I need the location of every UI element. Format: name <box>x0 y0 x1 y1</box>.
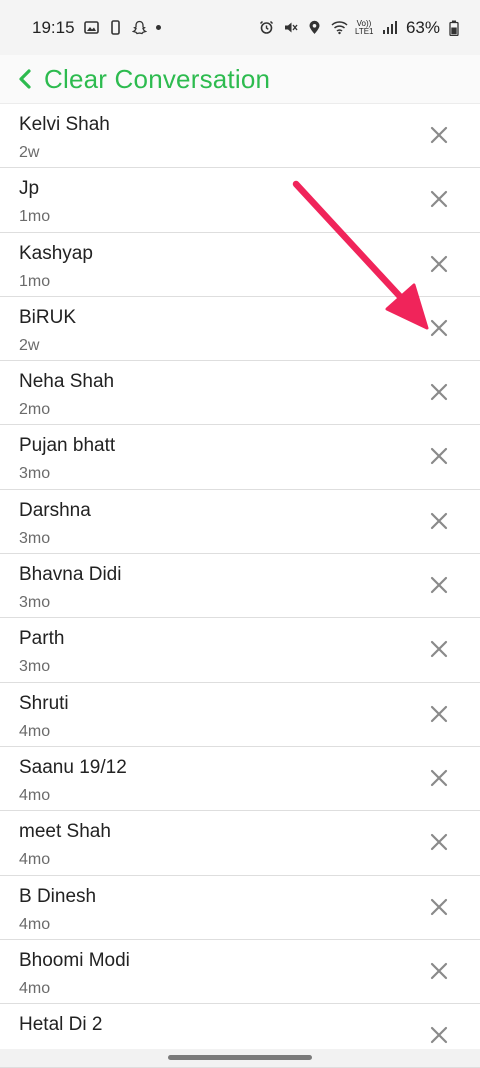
conversation-row: Kelvi Shah 2w <box>0 104 480 169</box>
close-icon[interactable] <box>428 638 450 660</box>
conversation-row: BiRUK 2w <box>0 296 480 362</box>
conversation-name: Jp <box>19 178 40 200</box>
conversation-time: 2w <box>19 144 40 161</box>
conversation-row: Kashyap 1mo <box>0 232 480 297</box>
wifi-icon <box>331 20 348 35</box>
navigation-bar <box>0 1049 480 1067</box>
battery-percent: 63% <box>405 17 440 37</box>
conversation-name: Bhoomi Modi <box>19 949 130 971</box>
conversation-time: 4mo <box>19 851 51 869</box>
chevron-left-icon[interactable] <box>10 64 40 94</box>
battery-icon <box>449 20 464 37</box>
conversation-name: Saanu 19/12 <box>19 756 127 778</box>
volte-label: Vo)) LTE1 <box>354 18 374 36</box>
page-title: Clear Conversation <box>44 63 271 94</box>
close-icon[interactable] <box>428 510 450 532</box>
conversation-row: Darshna 3mo <box>0 489 480 555</box>
conversation-time: 4mo <box>19 722 51 740</box>
close-icon[interactable] <box>428 188 450 210</box>
home-gesture-handle[interactable] <box>168 1055 312 1060</box>
conversation-time: 2w <box>19 336 40 354</box>
notification-dot-icon <box>155 25 161 30</box>
conversation-row: Parth 3mo <box>0 618 480 683</box>
conversation-time: 3mo <box>19 529 51 547</box>
status-bar: 19:15 Vo)) LTE1 63% <box>0 0 480 55</box>
conversation-time: 1mo <box>19 272 51 290</box>
location-icon <box>307 20 322 35</box>
mute-icon <box>283 20 298 35</box>
conversation-time: 2mo <box>19 401 51 419</box>
status-right: Vo)) LTE1 63% <box>259 18 464 38</box>
close-icon[interactable] <box>428 767 450 789</box>
conversation-time: 3mo <box>19 658 51 676</box>
close-icon[interactable] <box>428 381 450 403</box>
conversation-time: 4mo <box>19 786 51 804</box>
conversation-time: 4mo <box>19 915 51 933</box>
device-icon <box>108 20 123 35</box>
conversation-name: Kelvi Shah <box>19 114 110 135</box>
close-icon[interactable] <box>428 574 450 596</box>
close-icon[interactable] <box>428 124 450 146</box>
close-icon[interactable] <box>428 896 450 918</box>
conversation-name: Hetal Di 2 <box>19 1014 103 1036</box>
conversation-time: 3mo <box>19 594 51 612</box>
status-time: 19:15 <box>32 17 75 37</box>
conversation-row: Bhavna Didi 3mo <box>0 554 480 619</box>
signal-icon <box>382 20 397 35</box>
close-icon[interactable] <box>428 445 450 467</box>
conversation-name: meet Shah <box>19 821 111 843</box>
header-bar: Clear Conversation <box>0 55 480 104</box>
conversation-row: B Dinesh 4mo <box>0 875 480 940</box>
conversation-name: Pujan bhatt <box>19 435 116 457</box>
snapchat-ghost-icon <box>131 20 147 35</box>
alarm-icon <box>259 20 274 35</box>
gallery-icon <box>83 20 99 35</box>
close-icon[interactable] <box>428 1024 450 1046</box>
close-icon[interactable] <box>428 253 450 275</box>
conversation-name: Kashyap <box>19 242 93 264</box>
conversation-row: meet Shah 4mo <box>0 811 480 876</box>
conversation-row: Pujan bhatt 3mo <box>0 425 480 490</box>
conversation-name: Darshna <box>19 499 91 521</box>
close-icon[interactable] <box>428 960 450 982</box>
close-icon[interactable] <box>428 703 450 725</box>
conversation-name: Neha Shah <box>19 371 115 393</box>
conversation-time: 3mo <box>19 465 51 483</box>
conversation-name: BiRUK <box>19 306 77 328</box>
conversation-row: Jp 1mo <box>0 168 480 233</box>
conversation-row: Neha Shah 2mo <box>0 361 480 426</box>
close-icon[interactable] <box>428 317 450 339</box>
conversation-time: 4mo <box>19 979 51 997</box>
conversation-row: Bhoomi Modi 4mo <box>0 939 480 1005</box>
conversation-name: Parth <box>19 628 65 650</box>
conversation-row: Saanu 19/12 4mo <box>0 746 480 812</box>
conversation-row: Shruti 4mo <box>0 682 480 747</box>
conversation-time: 1mo <box>19 208 51 226</box>
conversation-name: Bhavna Didi <box>19 564 122 586</box>
conversation-list: Kelvi Shah 2w Jp 1mo Kashyap 1mo BiRUK 2w Neha S… <box>0 104 480 1068</box>
conversation-name: Shruti <box>19 692 69 714</box>
close-icon[interactable] <box>428 831 450 853</box>
conversation-name: B Dinesh <box>19 885 97 907</box>
status-left: 19:15 <box>32 18 161 38</box>
